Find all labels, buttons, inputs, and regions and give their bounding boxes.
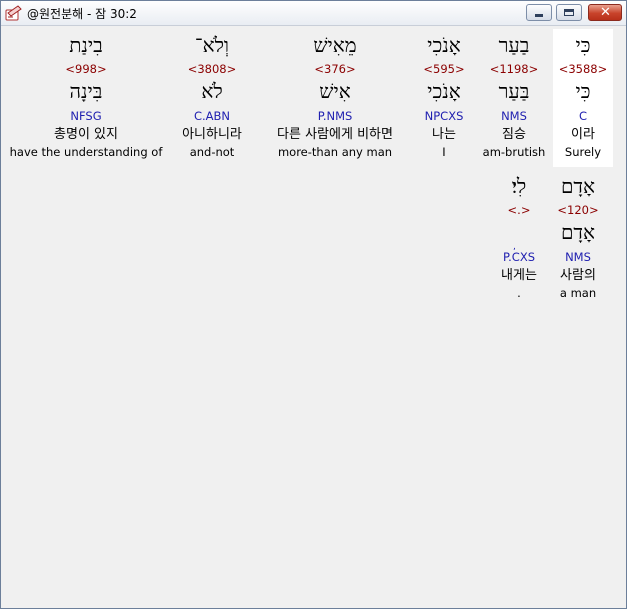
app-icon[interactable] bbox=[5, 4, 22, 21]
word-column[interactable]: לִי׃ <.> , P.CXS 내게는 . bbox=[489, 29, 549, 304]
strong-number[interactable]: <998> bbox=[9, 62, 163, 76]
hebrew-lemma: בִּינָה bbox=[69, 79, 103, 103]
grammar-code: NMS bbox=[565, 250, 591, 264]
strong-number[interactable]: <120> bbox=[548, 203, 608, 217]
word-column[interactable]: וְלֹא־ <3808> לֹא C.ABN 아니하니라 and-not bbox=[167, 29, 257, 167]
maximize-icon bbox=[564, 9, 574, 16]
grammar-code: NFSG bbox=[70, 109, 102, 123]
korean-gloss: 내게는 bbox=[501, 268, 537, 283]
hebrew-word[interactable]: מֵאִישׁ bbox=[261, 33, 409, 57]
word-column[interactable]: בִינַת <998> בִּינָה NFSG 총명이 있지 have th… bbox=[9, 29, 163, 167]
hebrew-lemma: לֹא bbox=[201, 79, 223, 103]
word-column[interactable]: מֵאִישׁ <376> אִישׁ P.NMS 다른 사람에게 비하면 mo… bbox=[261, 29, 409, 167]
korean-gloss: 나는 bbox=[432, 127, 456, 142]
strong-number[interactable]: <595> bbox=[414, 62, 474, 76]
strong-number[interactable]: <3808> bbox=[167, 62, 257, 76]
english-gloss: more-than any man bbox=[277, 145, 393, 159]
korean-gloss: 아니하니라 bbox=[182, 127, 242, 142]
maximize-button[interactable] bbox=[556, 4, 582, 21]
close-button[interactable]: ✕ bbox=[588, 4, 622, 21]
hebrew-word[interactable]: בִינַת bbox=[9, 33, 163, 57]
strong-number[interactable]: <376> bbox=[261, 62, 409, 76]
title-bar[interactable]: @원전분해 - 잠 30:2 ✕ bbox=[1, 1, 626, 26]
word-column[interactable]: אָדָם <120> אָדָם NMS 사람의 a man bbox=[548, 29, 608, 304]
word-column[interactable]: אָנֹכִי <595> אָנֹכִי NPCXS 나는 I bbox=[414, 29, 474, 167]
close-icon: ✕ bbox=[600, 5, 611, 20]
minimize-icon bbox=[535, 14, 543, 17]
hebrew-lemma: אָנֹכִי bbox=[427, 79, 461, 103]
hebrew-lemma: אָדָם bbox=[560, 220, 596, 244]
english-gloss: I bbox=[442, 145, 446, 159]
hebrew-word[interactable]: וְלֹא־ bbox=[167, 33, 257, 57]
english-gloss: have the understanding of bbox=[9, 145, 163, 159]
strong-number[interactable]: <.> bbox=[489, 203, 549, 217]
hebrew-lemma: אִישׁ bbox=[319, 79, 351, 103]
korean-gloss: 총명이 있지 bbox=[54, 127, 118, 142]
window-title: @원전분해 - 잠 30:2 bbox=[27, 7, 137, 21]
hebrew-word[interactable]: אָדָם bbox=[548, 174, 608, 198]
hebrew-word[interactable]: לִי׃ bbox=[489, 174, 549, 198]
english-gloss: . bbox=[517, 286, 521, 300]
app-window: @원전분해 - 잠 30:2 ✕ כִּי <3588> כִּי C 이라 S… bbox=[0, 0, 627, 609]
english-gloss: a man bbox=[559, 286, 597, 300]
word-analysis-panel: כִּי <3588> כִּי C 이라 Surely בַעַר <1198… bbox=[5, 29, 624, 606]
korean-gloss: 다른 사람에게 비하면 bbox=[277, 127, 393, 142]
grammar-code: P.NMS bbox=[317, 109, 353, 123]
hebrew-word[interactable]: אָנֹכִי bbox=[414, 33, 474, 57]
minimize-button[interactable] bbox=[526, 4, 552, 21]
korean-gloss: 사람의 bbox=[560, 268, 596, 283]
grammar-code: NPCXS bbox=[424, 109, 464, 123]
english-gloss: and-not bbox=[189, 145, 235, 159]
grammar-code: P.CXS bbox=[502, 250, 535, 264]
grammar-code: C.ABN bbox=[193, 109, 231, 123]
